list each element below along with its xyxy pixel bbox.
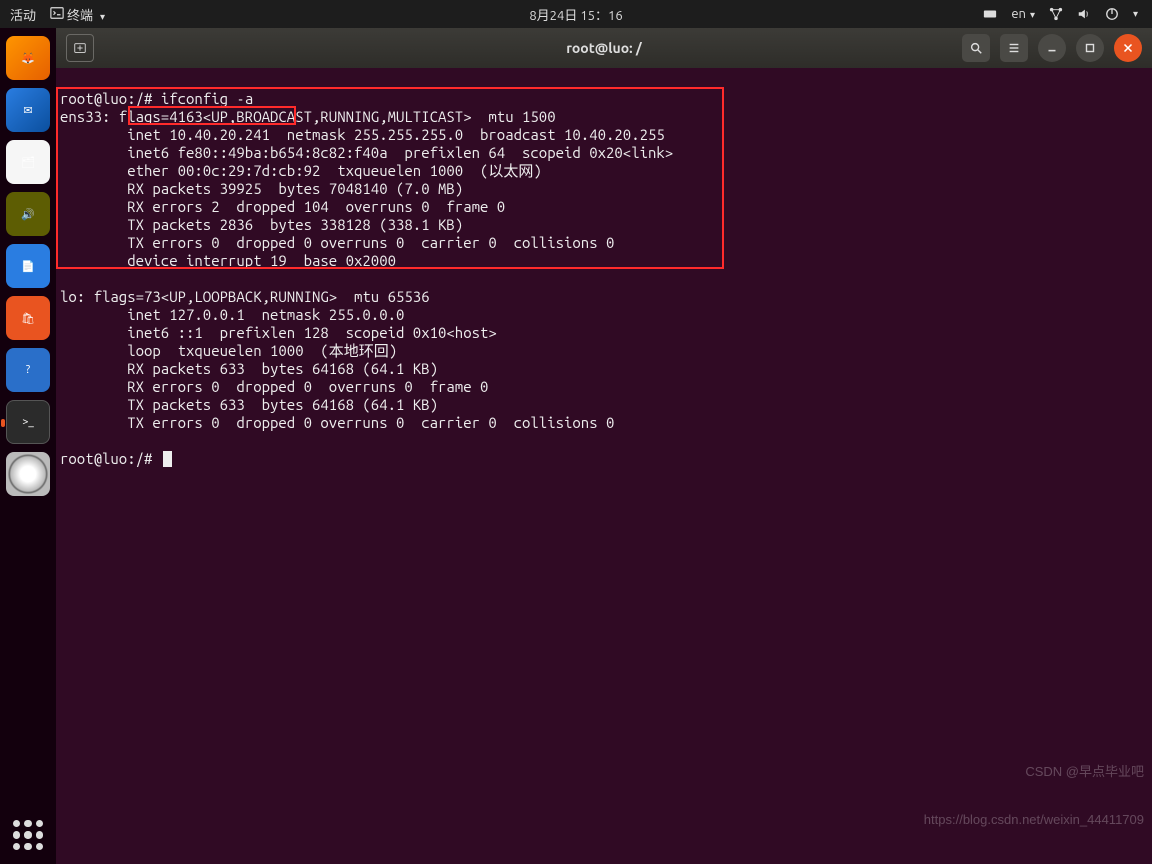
close-icon (1121, 41, 1135, 55)
new-tab-icon (73, 41, 87, 55)
activities-button[interactable]: 活动 (10, 5, 36, 24)
dock-app-software[interactable]: 🛍 (6, 296, 50, 340)
command-text: ifconfig -a (161, 90, 253, 107)
dock-app-help[interactable]: ? (6, 348, 50, 392)
input-language[interactable]: en (1011, 7, 1035, 21)
titlebar: root@luo: / (56, 28, 1152, 68)
dock-app-rhythmbox[interactable]: 🔊 (6, 192, 50, 236)
window-title: root@luo: / (566, 40, 642, 56)
gnome-topbar: 活动 终端 8月24日 15：16 en ▾ (0, 0, 1152, 28)
output-line: device interrupt 19 base 0x2000 (60, 252, 396, 269)
dock-app-files[interactable]: 🗂 (6, 140, 50, 184)
output-line: inet 127.0.0.1 netmask 255.0.0.0 (60, 306, 404, 323)
keyboard-icon[interactable] (983, 7, 997, 21)
hamburger-icon (1007, 41, 1021, 55)
watermark: CSDN @早点毕业吧 https://blog.csdn.net/weixin… (924, 732, 1144, 860)
dock-app-firefox[interactable]: 🦊 (6, 36, 50, 80)
app-menu[interactable]: 终端 (50, 5, 105, 24)
volume-icon[interactable] (1077, 7, 1091, 21)
files-icon: 🗂 (21, 156, 35, 169)
output-line: TX packets 2836 bytes 338128 (338.1 KB) (60, 216, 463, 233)
network-icon[interactable] (1049, 7, 1063, 21)
dock-app-writer[interactable]: 📄 (6, 244, 50, 288)
search-icon (969, 41, 983, 55)
prompt: root@luo:/# (60, 90, 161, 107)
dock-app-disc[interactable] (6, 452, 50, 496)
cursor (163, 451, 172, 467)
terminal-icon: >_ (22, 416, 34, 428)
app-menu-label: 终端 (67, 9, 93, 23)
system-menu-chevron-icon[interactable]: ▾ (1133, 8, 1138, 20)
dock-app-terminal[interactable]: >_ (6, 400, 50, 444)
document-icon: 📄 (21, 260, 35, 273)
show-applications-button[interactable] (0, 820, 56, 850)
output-line: RX packets 39925 bytes 7048140 (7.0 MB) (60, 180, 463, 197)
firefox-icon: 🦊 (21, 52, 35, 65)
close-button[interactable] (1114, 34, 1142, 62)
output-line: ens33: flags=4163<UP,BROADCAST,RUNNING,M… (60, 108, 556, 125)
shopping-bag-icon: 🛍 (21, 312, 35, 325)
prompt: root@luo:/# (60, 450, 161, 467)
maximize-button[interactable] (1076, 34, 1104, 62)
clock[interactable]: 8月24日 15：16 (529, 9, 622, 23)
output-line: RX errors 2 dropped 104 overruns 0 frame… (60, 198, 505, 215)
thunderbird-icon: ✉ (23, 104, 32, 117)
help-icon: ? (26, 364, 30, 376)
power-icon[interactable] (1105, 7, 1119, 21)
output-line: TX errors 0 dropped 0 overruns 0 carrier… (60, 414, 614, 431)
output-line: lo: flags=73<UP,LOOPBACK,RUNNING> mtu 65… (60, 288, 430, 305)
output-line: inet 10.40.20.241 netmask 255.255.255.0 … (60, 126, 665, 143)
speaker-icon: 🔊 (21, 208, 35, 221)
output-line: ether 00:0c:29:7d:cb:92 txqueuelen 1000 … (60, 162, 542, 179)
apps-grid-icon (13, 820, 43, 850)
search-button[interactable] (962, 34, 990, 62)
output-line: RX errors 0 dropped 0 overruns 0 frame 0 (60, 378, 488, 395)
new-tab-button[interactable] (66, 34, 94, 62)
output-line: inet6 fe80::49ba:b654:8c82:f40a prefixle… (60, 144, 673, 161)
output-line: inet6 ::1 prefixlen 128 scopeid 0x10<hos… (60, 324, 497, 341)
dock: 🦊 ✉ 🗂 🔊 📄 🛍 ? >_ (0, 28, 56, 864)
minimize-button[interactable] (1038, 34, 1066, 62)
minimize-icon (1045, 41, 1059, 55)
terminal-indicator-icon (50, 6, 64, 20)
hamburger-menu-button[interactable] (1000, 34, 1028, 62)
output-line: TX packets 633 bytes 64168 (64.1 KB) (60, 396, 438, 413)
terminal-body[interactable]: root@luo:/# ifconfig -a ens33: flags=416… (56, 68, 1152, 864)
output-line: TX errors 0 dropped 0 overruns 0 carrier… (60, 234, 614, 251)
terminal-window: root@luo: / root@luo:/# ifconfig -a ens3… (56, 28, 1152, 864)
output-line: loop txqueuelen 1000 (本地环回) (60, 342, 397, 359)
output-line: RX packets 633 bytes 64168 (64.1 KB) (60, 360, 438, 377)
dock-app-thunderbird[interactable]: ✉ (6, 88, 50, 132)
maximize-icon (1083, 41, 1097, 55)
